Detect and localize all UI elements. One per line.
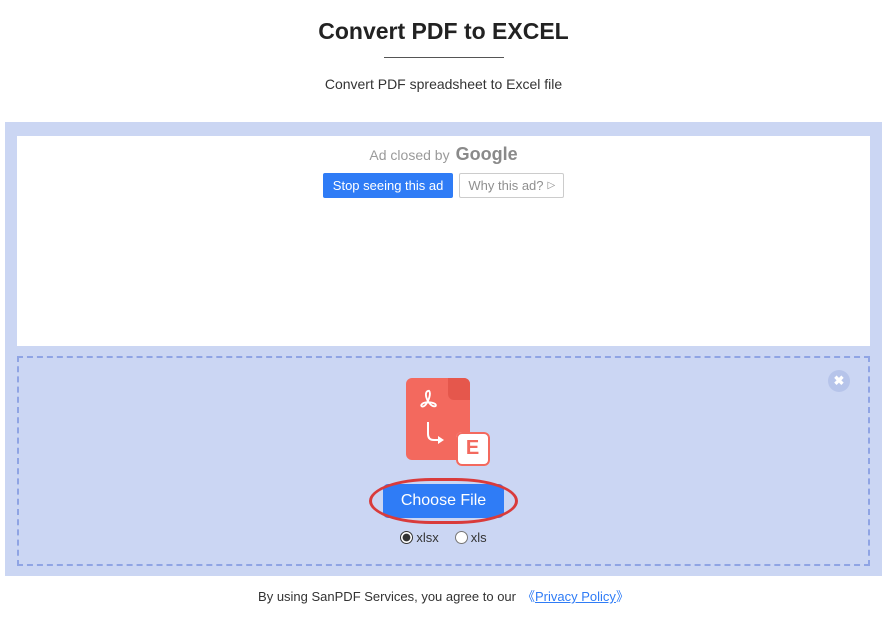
main-panel: Ad closed by Google Stop seeing this ad … [5,122,882,576]
close-dropzone-button[interactable]: ✖ [828,370,850,392]
ad-closed-prefix: Ad closed by [369,147,449,163]
choose-file-button[interactable]: Choose File [383,484,504,518]
file-dropzone[interactable]: ✖ E Choose File xlsx [17,356,870,566]
title-underline [384,57,504,58]
label-xlsx: xlsx [416,530,438,545]
google-logo: Google [456,144,518,165]
format-option-xlsx[interactable]: xlsx [400,530,438,545]
why-this-ad-label: Why this ad? [468,178,543,193]
label-xls: xls [471,530,487,545]
radio-xls[interactable] [455,531,468,544]
pdf-to-excel-icon: E [406,378,482,468]
format-options: xlsx xls [400,530,486,545]
bracket-close: 》 [616,589,629,604]
bracket-open: 《 [522,589,535,604]
page-title: Convert PDF to EXCEL [0,18,887,45]
choose-file-wrap: Choose File [383,484,504,518]
stop-seeing-ad-button[interactable]: Stop seeing this ad [323,173,454,198]
privacy-policy-link[interactable]: Privacy Policy [535,589,616,604]
ad-closed-text: Ad closed by Google [17,144,870,165]
footer-prefix: By using SanPDF Services, you agree to o… [258,589,516,604]
close-icon: ✖ [834,373,845,389]
convert-arrow-icon [422,420,446,446]
acrobat-icon [418,388,440,410]
ad-container: Ad closed by Google Stop seeing this ad … [17,136,870,346]
adchoices-icon: ▷ [548,180,556,191]
page-subtitle: Convert PDF spreadsheet to Excel file [0,76,887,92]
format-option-xls[interactable]: xls [455,530,487,545]
excel-badge-icon: E [456,432,490,466]
footer-agreement: By using SanPDF Services, you agree to o… [0,586,887,605]
why-this-ad-button[interactable]: Why this ad? ▷ [459,173,564,198]
radio-xlsx[interactable] [400,531,413,544]
